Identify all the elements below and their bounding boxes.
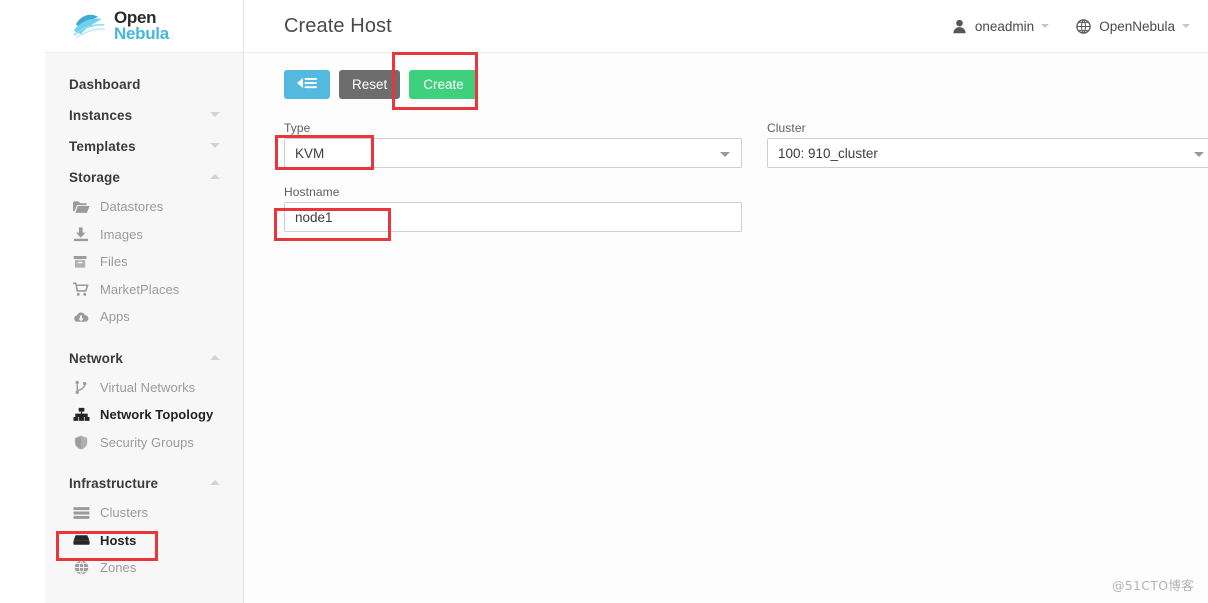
sidebar-item-zones[interactable]: Zones — [45, 554, 243, 582]
sidebar-item-label: Virtual Networks — [100, 379, 196, 395]
hostname-label: Hostname — [284, 185, 340, 199]
folder-icon — [71, 199, 91, 215]
sidebar-item-marketplaces[interactable]: MarketPlaces — [45, 276, 243, 304]
create-host-page: Open Nebula Dashboard Instances Template… — [0, 0, 1208, 603]
hostname-field: Hostname node1 — [284, 185, 742, 232]
sidebar-item-files[interactable]: Files — [45, 248, 243, 276]
type-field: Type KVM — [284, 121, 742, 168]
type-select[interactable]: KVM — [284, 138, 742, 168]
archive-box-icon — [71, 254, 91, 270]
zone-menu[interactable]: OpenNebula — [1075, 18, 1190, 35]
cluster-field: Cluster 100: 910_cluster — [767, 121, 1208, 168]
sidebar-item-dashboard[interactable]: Dashboard — [45, 69, 243, 100]
back-to-list-icon — [295, 76, 319, 93]
sidebar-group-label: Network — [69, 350, 123, 366]
chevron-down-icon — [1041, 24, 1050, 28]
globe-grid-icon — [71, 560, 91, 576]
sidebar-group-templates[interactable]: Templates — [45, 131, 243, 162]
chevron-down-icon — [1194, 152, 1204, 157]
cluster-label: Cluster — [767, 121, 806, 135]
type-label: Type — [284, 121, 311, 135]
sidebar-group-label: Templates — [69, 139, 136, 154]
sidebar-item-label: Clusters — [100, 505, 149, 521]
sidebar-item-label: Apps — [100, 309, 130, 325]
chevron-down-icon — [1182, 24, 1190, 28]
shield-icon — [71, 434, 91, 450]
chevron-down-icon — [210, 110, 221, 121]
sidebar-group-label: Infrastructure — [69, 476, 159, 491]
cluster-select[interactable]: 100: 910_cluster — [767, 138, 1208, 168]
sidebar-item-label: MarketPlaces — [100, 281, 180, 297]
user-name: oneadmin — [974, 18, 1035, 34]
sidebar-item-virtual-networks[interactable]: Virtual Networks — [45, 374, 243, 402]
sidebar: Open Nebula Dashboard Instances Template… — [45, 0, 244, 603]
sidebar-item-label: Datastores — [100, 199, 164, 215]
sidebar-nav: Dashboard Instances Templates Storage Da… — [45, 53, 243, 582]
cloud-download-icon — [71, 309, 91, 325]
page-title: Create Host — [284, 14, 392, 37]
sidebar-group-label: Storage — [69, 170, 120, 185]
watermark: @51CTO博客 — [1111, 578, 1194, 593]
globe-icon — [1075, 18, 1092, 35]
sidebar-group-label: Dashboard — [69, 77, 141, 92]
main-content: Create Host oneadmin OpenNebula Reset Cr… — [244, 0, 1208, 603]
download-image-icon — [71, 226, 91, 242]
network-branch-icon — [71, 379, 91, 395]
action-toolbar: Reset Create — [244, 53, 1208, 99]
sidebar-item-datastores[interactable]: Datastores — [45, 193, 243, 221]
sidebar-item-hosts[interactable]: Hosts — [45, 527, 243, 555]
sidebar-item-apps[interactable]: Apps — [45, 303, 243, 331]
chevron-up-icon — [210, 478, 221, 489]
user-menu[interactable]: oneadmin — [951, 18, 1050, 35]
reset-button[interactable]: Reset — [339, 70, 401, 99]
topbar-right-group: oneadmin OpenNebula — [951, 18, 1198, 35]
sidebar-group-instances[interactable]: Instances — [45, 100, 243, 131]
form-row-1: Type KVM Cluster 100: 910_cluster — [284, 121, 1208, 168]
form-row-2: Hostname node1 — [284, 185, 1208, 232]
cluster-value: 100: 910_cluster — [778, 145, 878, 161]
logo-nebula-text: Nebula — [114, 24, 169, 43]
hostname-input[interactable]: node1 — [284, 202, 742, 232]
chevron-down-icon — [210, 141, 221, 152]
back-to-list-button[interactable] — [284, 70, 330, 99]
chevron-up-icon — [210, 353, 221, 364]
sidebar-group-infrastructure[interactable]: Infrastructure — [45, 468, 243, 499]
sidebar-item-images[interactable]: Images — [45, 221, 243, 249]
sidebar-item-label: Images — [100, 226, 143, 242]
logo[interactable]: Open Nebula — [45, 0, 243, 53]
sidebar-item-security-groups[interactable]: Security Groups — [45, 429, 243, 457]
host-server-icon — [71, 532, 91, 548]
chevron-down-icon — [720, 152, 730, 157]
sidebar-group-network[interactable]: Network — [45, 343, 243, 374]
sidebar-item-label: Zones — [100, 560, 137, 576]
sidebar-item-label: Files — [100, 254, 128, 270]
sitemap-icon — [71, 407, 91, 423]
sidebar-item-label: Hosts — [100, 532, 137, 548]
create-button[interactable]: Create — [409, 70, 478, 99]
sidebar-item-label: Network Topology — [100, 407, 214, 423]
shopping-cart-icon — [71, 281, 91, 297]
hostname-value: node1 — [295, 209, 333, 225]
sidebar-item-label: Security Groups — [100, 434, 194, 450]
create-host-form: Type KVM Cluster 100: 910_cluster Hostna… — [244, 99, 1208, 232]
zone-name: OpenNebula — [1099, 18, 1175, 34]
user-icon — [951, 18, 968, 35]
opennebula-logo-icon — [72, 11, 112, 41]
sidebar-item-clusters[interactable]: Clusters — [45, 499, 243, 527]
server-stack-icon — [71, 505, 91, 521]
top-bar: Create Host oneadmin OpenNebula — [244, 0, 1208, 53]
sidebar-item-network-topology[interactable]: Network Topology — [45, 401, 243, 429]
type-value: KVM — [295, 145, 325, 161]
chevron-up-icon — [210, 172, 221, 183]
sidebar-group-storage[interactable]: Storage — [45, 162, 243, 193]
sidebar-group-label: Instances — [69, 108, 133, 123]
